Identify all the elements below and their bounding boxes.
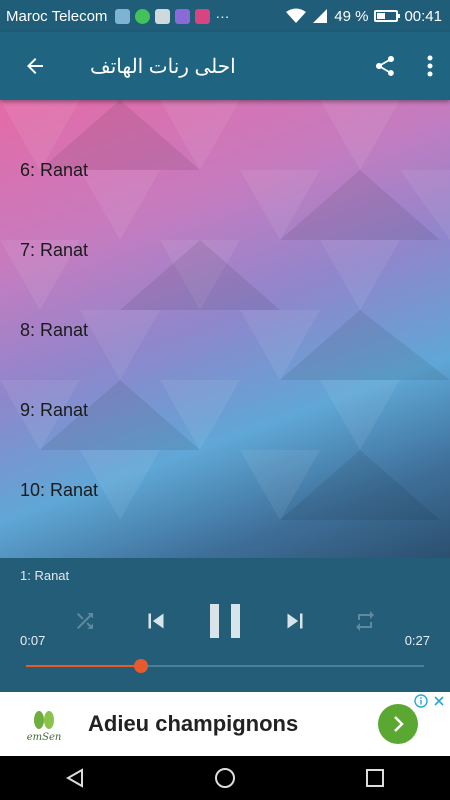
arrow-back-icon — [27, 58, 43, 74]
chevron-right-icon — [394, 716, 404, 732]
skip-next-icon — [287, 613, 303, 629]
page-title: احلى رنات الهاتف — [90, 55, 236, 78]
track-item[interactable]: 6: Ranat — [20, 160, 88, 181]
elapsed-time: 0:07 — [20, 633, 46, 648]
ad-close-icon[interactable] — [432, 694, 446, 708]
back-button[interactable] — [20, 51, 50, 81]
track-item[interactable]: 8: Ranat — [20, 320, 88, 341]
ad-headline: Adieu champignons — [88, 711, 299, 736]
repeat-icon — [356, 611, 374, 631]
share-button[interactable] — [370, 51, 400, 81]
instagram-icon — [195, 8, 211, 24]
pause-icon — [210, 604, 240, 638]
status-bar: Maroc Telecom ··· 49 % 00:41 — [0, 0, 450, 32]
share-icon — [376, 56, 394, 76]
seek-bar[interactable] — [26, 659, 424, 673]
player-panel: 1: Ranat 0:07 0:27 — [0, 558, 450, 692]
shuffle-icon — [77, 613, 93, 629]
mail-icon — [155, 8, 171, 24]
app-bar: احلى رنات الهاتف — [0, 32, 450, 100]
repeat-button[interactable] — [350, 606, 380, 636]
pause-button[interactable] — [204, 600, 246, 642]
track-item[interactable]: 7: Ranat — [20, 240, 88, 261]
ad-info-icon[interactable] — [414, 694, 428, 708]
nav-back-button[interactable] — [55, 758, 95, 798]
circle-home-icon — [215, 768, 235, 788]
skip-previous-icon — [148, 613, 164, 629]
total-duration: 0:27 — [404, 633, 430, 648]
app-icon — [175, 8, 191, 24]
shuffle-button[interactable] — [70, 606, 100, 636]
square-recents-icon — [366, 769, 384, 787]
battery-percent: 49 % — [334, 7, 369, 25]
clock: 00:41 — [404, 7, 442, 25]
previous-button[interactable] — [139, 604, 173, 638]
more-vert-icon — [427, 55, 433, 77]
carrier-label: Maroc Telecom — [6, 7, 108, 25]
overflow-menu-button[interactable] — [422, 51, 438, 81]
seek-progress — [26, 665, 142, 667]
triangle-back-icon — [65, 768, 83, 788]
track-list: 6: Ranat 7: Ranat 8: Ranat 9: Ranat 10: … — [0, 100, 450, 558]
ad-open-button[interactable] — [378, 704, 418, 744]
now-playing-label: 1: Ranat — [20, 568, 70, 583]
system-nav-bar — [0, 756, 450, 800]
ad-brand: emSen — [26, 731, 62, 743]
seek-thumb[interactable] — [134, 659, 149, 673]
track-item[interactable]: 10: Ranat — [20, 480, 98, 501]
ad-logo: emSen — [14, 694, 74, 754]
ad-banner[interactable]: emSen Adieu champignons — [0, 692, 450, 756]
gallery-icon — [115, 8, 131, 24]
whatsapp-icon — [135, 8, 151, 24]
track-item[interactable]: 9: Ranat — [20, 400, 88, 421]
leaf-logo-icon — [34, 710, 54, 729]
nav-home-button[interactable] — [205, 758, 245, 798]
next-button[interactable] — [278, 604, 312, 638]
notification-icons: ··· — [115, 8, 229, 24]
more-notifications-icon: ··· — [215, 8, 230, 24]
signal-icon — [313, 9, 328, 23]
battery-icon — [374, 10, 401, 22]
wifi-icon — [286, 8, 307, 23]
nav-recents-button[interactable] — [355, 758, 395, 798]
